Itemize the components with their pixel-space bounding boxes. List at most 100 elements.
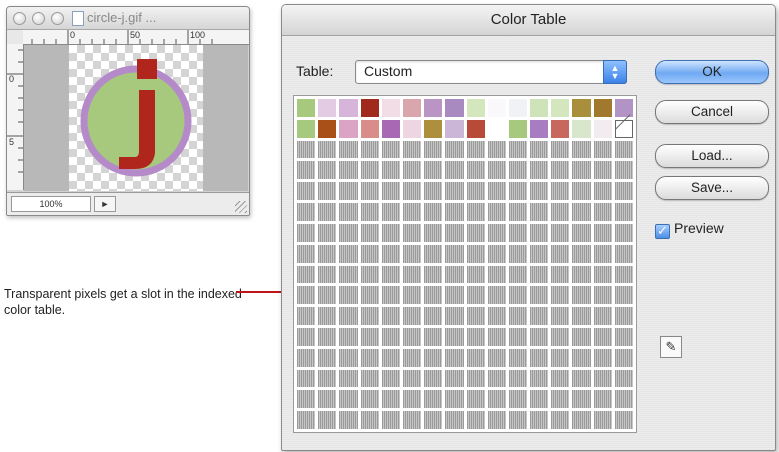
save-button[interactable]: Save... [655, 176, 769, 200]
empty-swatch[interactable] [487, 244, 506, 263]
empty-swatch[interactable] [339, 140, 358, 159]
empty-swatch[interactable] [487, 223, 506, 242]
empty-swatch[interactable] [466, 244, 485, 263]
empty-swatch[interactable] [487, 140, 506, 159]
empty-swatch[interactable] [551, 223, 570, 242]
empty-swatch[interactable] [530, 140, 549, 159]
empty-swatch[interactable] [318, 307, 337, 325]
empty-swatch[interactable] [466, 411, 485, 429]
empty-swatch[interactable] [424, 286, 443, 305]
empty-swatch[interactable] [402, 369, 422, 388]
empty-swatch[interactable] [466, 223, 485, 242]
empty-swatch[interactable] [402, 223, 422, 242]
minimize-window-button[interactable] [32, 12, 45, 25]
empty-swatch[interactable] [530, 161, 549, 180]
empty-swatch[interactable] [466, 390, 485, 409]
empty-swatch[interactable] [360, 327, 379, 346]
color-swatch[interactable] [424, 99, 443, 117]
empty-swatch[interactable] [530, 223, 549, 242]
empty-swatch[interactable] [424, 244, 443, 263]
empty-swatch[interactable] [381, 369, 400, 388]
empty-swatch[interactable] [487, 369, 506, 388]
empty-swatch[interactable] [381, 161, 400, 180]
empty-swatch[interactable] [508, 390, 528, 409]
empty-swatch[interactable] [614, 327, 633, 346]
empty-swatch[interactable] [318, 244, 337, 263]
ok-button[interactable]: OK [655, 60, 769, 84]
empty-swatch[interactable] [551, 307, 570, 325]
empty-swatch[interactable] [402, 265, 422, 284]
empty-swatch[interactable] [551, 369, 570, 388]
empty-swatch[interactable] [593, 307, 612, 325]
empty-swatch[interactable] [445, 286, 464, 305]
empty-swatch[interactable] [530, 244, 549, 263]
empty-swatch[interactable] [360, 411, 379, 429]
empty-swatch[interactable] [487, 411, 506, 429]
empty-swatch[interactable] [402, 203, 422, 221]
empty-swatch[interactable] [487, 286, 506, 305]
empty-swatch[interactable] [551, 286, 570, 305]
empty-swatch[interactable] [614, 244, 633, 263]
empty-swatch[interactable] [466, 307, 485, 325]
empty-swatch[interactable] [530, 411, 549, 429]
color-swatch[interactable] [572, 119, 591, 138]
empty-swatch[interactable] [339, 307, 358, 325]
empty-swatch[interactable] [614, 182, 633, 201]
empty-swatch[interactable] [466, 286, 485, 305]
empty-swatch[interactable] [424, 265, 443, 284]
empty-swatch[interactable] [614, 411, 633, 429]
color-swatch[interactable] [445, 99, 464, 117]
empty-swatch[interactable] [508, 182, 528, 201]
empty-swatch[interactable] [381, 286, 400, 305]
empty-swatch[interactable] [445, 411, 464, 429]
empty-swatch[interactable] [318, 223, 337, 242]
empty-swatch[interactable] [487, 161, 506, 180]
empty-swatch[interactable] [339, 265, 358, 284]
empty-swatch[interactable] [572, 265, 591, 284]
empty-swatch[interactable] [297, 161, 316, 180]
select-stepper-icon[interactable]: ▲ ▼ [603, 60, 627, 84]
empty-swatch[interactable] [466, 265, 485, 284]
empty-swatch[interactable] [402, 161, 422, 180]
empty-swatch[interactable] [508, 369, 528, 388]
empty-swatch[interactable] [381, 307, 400, 325]
color-swatch[interactable] [381, 119, 400, 138]
color-swatch[interactable] [297, 99, 316, 117]
empty-swatch[interactable] [572, 348, 591, 367]
preview-checkbox[interactable]: ✓ [655, 224, 670, 239]
eyedropper-icon[interactable]: ✎ [660, 336, 682, 358]
empty-swatch[interactable] [551, 390, 570, 409]
empty-swatch[interactable] [445, 307, 464, 325]
empty-swatch[interactable] [339, 161, 358, 180]
empty-swatch[interactable] [360, 223, 379, 242]
empty-swatch[interactable] [318, 140, 337, 159]
empty-swatch[interactable] [466, 140, 485, 159]
color-swatch[interactable] [339, 99, 358, 117]
empty-swatch[interactable] [381, 390, 400, 409]
empty-swatch[interactable] [508, 286, 528, 305]
empty-swatch[interactable] [297, 203, 316, 221]
empty-swatch[interactable] [508, 223, 528, 242]
empty-swatch[interactable] [339, 369, 358, 388]
empty-swatch[interactable] [360, 286, 379, 305]
empty-swatch[interactable] [381, 327, 400, 346]
color-swatch[interactable] [339, 119, 358, 138]
empty-swatch[interactable] [445, 327, 464, 346]
empty-swatch[interactable] [593, 203, 612, 221]
empty-swatch[interactable] [402, 348, 422, 367]
empty-swatch[interactable] [466, 203, 485, 221]
empty-swatch[interactable] [424, 307, 443, 325]
empty-swatch[interactable] [318, 265, 337, 284]
empty-swatch[interactable] [360, 348, 379, 367]
empty-swatch[interactable] [487, 182, 506, 201]
empty-swatch[interactable] [424, 182, 443, 201]
empty-swatch[interactable] [508, 327, 528, 346]
empty-swatch[interactable] [381, 140, 400, 159]
zoom-field[interactable]: 100% [11, 196, 91, 212]
empty-swatch[interactable] [402, 244, 422, 263]
empty-swatch[interactable] [318, 182, 337, 201]
empty-swatch[interactable] [360, 161, 379, 180]
color-table-grid[interactable] [293, 95, 637, 433]
color-swatch[interactable] [466, 99, 485, 117]
empty-swatch[interactable] [339, 223, 358, 242]
